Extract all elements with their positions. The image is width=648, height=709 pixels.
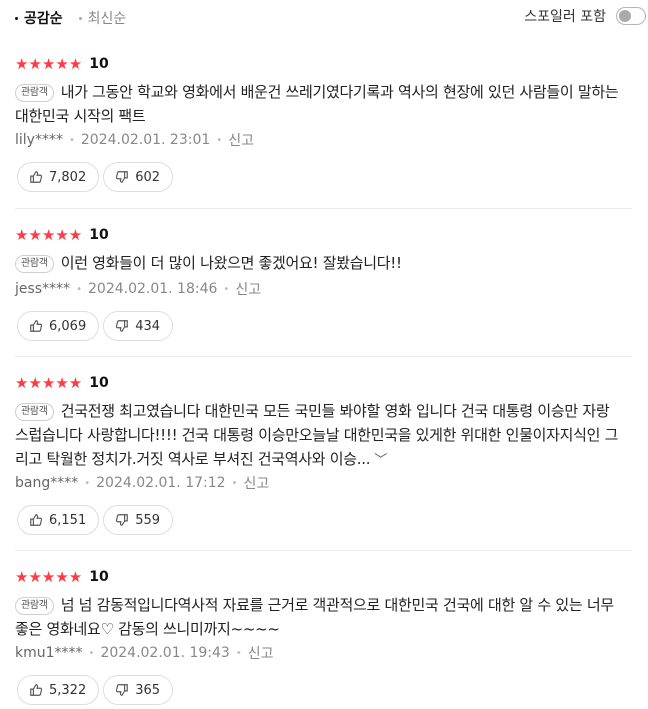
review-content: 관람객 건국전쟁 최고였습니다 대한민국 모든 국민들 봐야할 영화 입니다 건국… bbox=[15, 399, 620, 473]
thumbs-up-icon bbox=[30, 171, 43, 183]
chevron-down-icon[interactable]: ﹀ bbox=[374, 453, 387, 468]
sort-by-latest-label: 최신순 bbox=[87, 11, 127, 27]
sort-options: 공감순 최신순 bbox=[15, 8, 126, 28]
meta-separator: • bbox=[68, 134, 75, 146]
review-date: 2024.02.01. 17:12 bbox=[96, 475, 226, 491]
review-meta: bang**** • 2024.02.01. 17:12 • 신고 bbox=[15, 473, 269, 493]
meta-separator: • bbox=[231, 477, 238, 489]
thumbs-up-icon bbox=[30, 320, 43, 332]
like-button[interactable]: 7,802 bbox=[17, 162, 100, 192]
review-date: 2024.02.01. 23:01 bbox=[80, 132, 211, 148]
review-author: kmu1**** bbox=[15, 645, 83, 661]
dislike-count: 434 bbox=[135, 318, 161, 334]
star-icon: ★★★★★ bbox=[15, 55, 83, 73]
review-item: ★★★★★ 10 관람객 건국전쟁 최고였습니다 대한민국 모든 국민들 봐야할 … bbox=[15, 356, 632, 550]
rating-score: 10 bbox=[89, 375, 109, 391]
star-icon: ★★★★★ bbox=[15, 374, 83, 392]
review-text: 넘 넘 감동적입니다역사적 자료를 근거로 객관적으로 대한민국 건국에 대한 … bbox=[15, 596, 614, 638]
star-icon: ★★★★★ bbox=[15, 226, 83, 244]
review-date: 2024.02.01. 19:43 bbox=[100, 645, 230, 661]
report-link[interactable]: 신고 bbox=[235, 279, 261, 299]
review-list: ★★★★★ 10 관람객 내가 그동안 학교와 영화에서 배운건 쓰레기였다기록과… bbox=[0, 38, 648, 709]
review-date: 2024.02.01. 18:46 bbox=[88, 281, 218, 297]
viewer-badge: 관람객 bbox=[15, 403, 54, 421]
review-text: 내가 그동안 학교와 영화에서 배운건 쓰레기였다기록과 역사의 현장에 있던 … bbox=[15, 83, 619, 125]
thumbs-down-icon bbox=[116, 320, 129, 332]
meta-separator: • bbox=[235, 647, 242, 659]
vote-buttons: 6,151 559 bbox=[17, 505, 177, 535]
review-item: ★★★★★ 10 관람객 넘 넘 감동적입니다역사적 자료를 근거로 객관적으로 … bbox=[15, 550, 632, 709]
review-meta: jess**** • 2024.02.01. 18:46 • 신고 bbox=[15, 279, 261, 299]
like-button[interactable]: 6,069 bbox=[17, 311, 100, 341]
dislike-button[interactable]: 602 bbox=[103, 162, 174, 192]
thumbs-up-icon bbox=[30, 684, 43, 696]
review-item: ★★★★★ 10 관람객 내가 그동안 학교와 영화에서 배운건 쓰레기였다기록과… bbox=[15, 38, 632, 208]
spoiler-label: 스포일러 포함 bbox=[524, 9, 606, 25]
thumbs-down-icon bbox=[116, 684, 129, 696]
bullet-icon bbox=[15, 16, 18, 20]
viewer-badge: 관람객 bbox=[15, 597, 54, 615]
dislike-button[interactable]: 365 bbox=[103, 675, 174, 705]
review-author: jess**** bbox=[15, 281, 71, 297]
dislike-count: 559 bbox=[135, 512, 161, 528]
thumbs-up-icon bbox=[30, 514, 43, 526]
spoiler-toggle[interactable] bbox=[616, 7, 646, 25]
vote-buttons: 6,069 434 bbox=[17, 311, 177, 341]
viewer-badge: 관람객 bbox=[15, 84, 54, 102]
rating-score: 10 bbox=[89, 227, 109, 243]
like-count: 6,069 bbox=[49, 318, 87, 334]
rating-row: ★★★★★ 10 bbox=[15, 56, 109, 72]
vote-buttons: 7,802 602 bbox=[17, 162, 177, 192]
meta-separator: • bbox=[88, 647, 95, 659]
sort-by-likes[interactable]: 공감순 bbox=[15, 8, 63, 28]
like-button[interactable]: 6,151 bbox=[17, 505, 100, 535]
rating-row: ★★★★★ 10 bbox=[15, 375, 109, 391]
like-count: 6,151 bbox=[49, 512, 87, 528]
report-link[interactable]: 신고 bbox=[228, 130, 254, 150]
review-text: 건국전쟁 최고였습니다 대한민국 모든 국민들 봐야할 영화 입니다 건국 대통… bbox=[15, 402, 619, 468]
review-text: 이런 영화들이 더 많이 나왔으면 좋겠어요! 잘봤습니다!! bbox=[60, 254, 402, 272]
like-button[interactable]: 5,322 bbox=[17, 675, 100, 705]
review-content: 관람객 이런 영화들이 더 많이 나왔으면 좋겠어요! 잘봤습니다!! bbox=[15, 251, 620, 275]
sort-by-likes-label: 공감순 bbox=[24, 11, 63, 27]
vote-buttons: 5,322 365 bbox=[17, 675, 177, 705]
like-count: 5,322 bbox=[49, 682, 87, 698]
review-meta: lily**** • 2024.02.01. 23:01 • 신고 bbox=[15, 130, 254, 150]
review-toolbar: 공감순 최신순 스포일러 포함 bbox=[0, 0, 648, 36]
thumbs-down-icon bbox=[116, 171, 129, 183]
dislike-button[interactable]: 559 bbox=[103, 505, 174, 535]
review-author: bang**** bbox=[15, 475, 79, 491]
dislike-button[interactable]: 434 bbox=[103, 311, 174, 341]
meta-separator: • bbox=[76, 283, 82, 295]
spoiler-filter[interactable]: 스포일러 포함 bbox=[524, 6, 646, 26]
review-content: 관람객 넘 넘 감동적입니다역사적 자료를 근거로 객관적으로 대한민국 건국에 … bbox=[15, 593, 620, 641]
rating-score: 10 bbox=[89, 569, 109, 585]
review-item: ★★★★★ 10 관람객 이런 영화들이 더 많이 나왔으면 좋겠어요! 잘봤습니… bbox=[15, 208, 632, 356]
meta-separator: • bbox=[223, 283, 230, 295]
bullet-icon bbox=[78, 16, 82, 20]
viewer-badge: 관람객 bbox=[15, 255, 54, 273]
review-author: lily**** bbox=[15, 132, 63, 148]
meta-separator: • bbox=[84, 477, 91, 489]
star-icon: ★★★★★ bbox=[15, 568, 83, 586]
review-content: 관람객 내가 그동안 학교와 영화에서 배운건 쓰레기였다기록과 역사의 현장에 … bbox=[15, 80, 620, 128]
rating-score: 10 bbox=[89, 56, 109, 72]
rating-row: ★★★★★ 10 bbox=[15, 569, 109, 585]
like-count: 7,802 bbox=[49, 169, 87, 185]
dislike-count: 365 bbox=[135, 682, 161, 698]
meta-separator: • bbox=[216, 134, 223, 146]
report-link[interactable]: 신고 bbox=[243, 473, 269, 493]
thumbs-down-icon bbox=[116, 514, 129, 526]
toggle-knob bbox=[618, 9, 631, 22]
rating-row: ★★★★★ 10 bbox=[15, 227, 109, 243]
dislike-count: 602 bbox=[135, 169, 161, 185]
review-meta: kmu1**** • 2024.02.01. 19:43 • 신고 bbox=[15, 643, 274, 663]
report-link[interactable]: 신고 bbox=[248, 643, 274, 663]
sort-by-latest[interactable]: 최신순 bbox=[78, 8, 127, 28]
